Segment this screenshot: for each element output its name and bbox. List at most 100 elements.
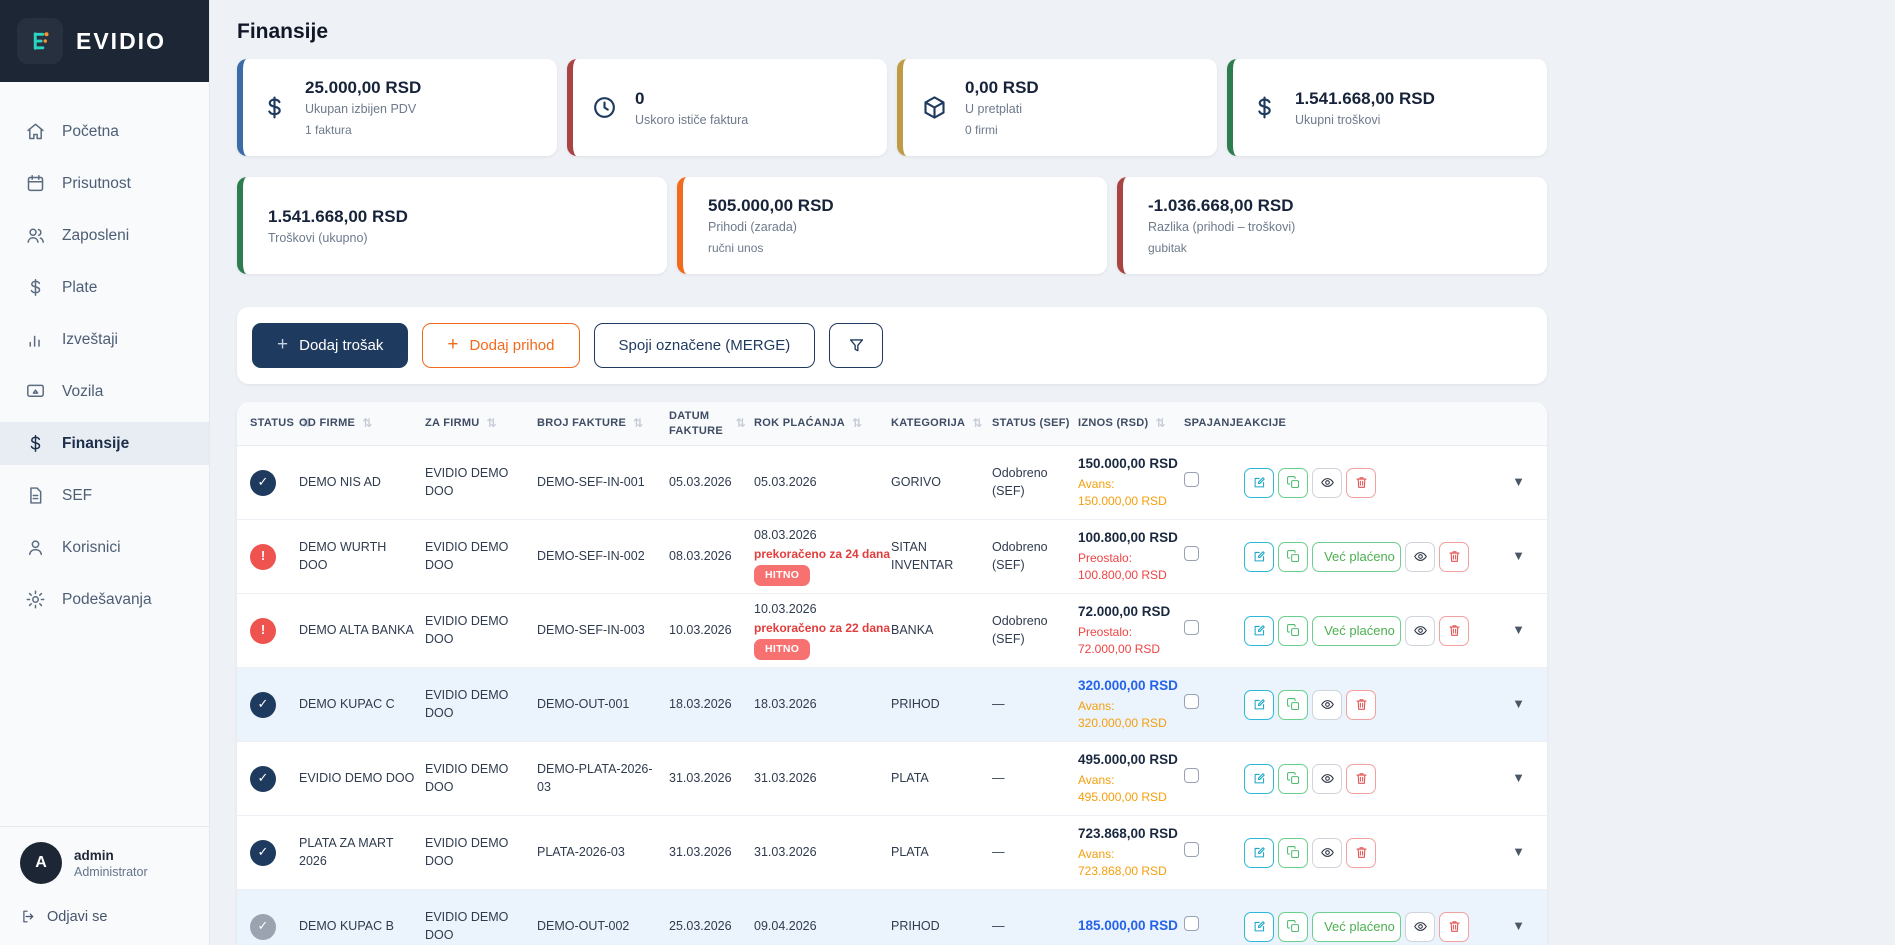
status-alert-icon: ! [250, 544, 276, 570]
cell-za-firmu: EVIDIO DEMO DOO [425, 465, 537, 500]
stat-card-value: 1.541.668,00 RSD [1295, 89, 1435, 109]
paid-button[interactable]: Već plaćeno [1312, 912, 1401, 942]
view-button[interactable] [1312, 468, 1342, 498]
dollar-icon [261, 94, 288, 121]
trash-icon [1354, 771, 1369, 786]
edit-button[interactable] [1244, 542, 1274, 572]
expand-row-button[interactable]: ▼ [1512, 917, 1525, 935]
delete-button[interactable] [1346, 838, 1376, 868]
cell-broj-fakture: PLATA-2026-03 [537, 844, 669, 862]
duplicate-button[interactable] [1278, 542, 1308, 572]
sidebar-item-izvestaji[interactable]: Izveštaji [0, 318, 209, 361]
edit-button[interactable] [1244, 690, 1274, 720]
duplicate-button[interactable] [1278, 690, 1308, 720]
cell-kategorija: GORIVO [891, 474, 992, 492]
merge-checkbox[interactable] [1184, 546, 1199, 561]
sort-icon[interactable]: ⇅ [362, 415, 372, 431]
view-button[interactable] [1405, 912, 1435, 942]
logout-button[interactable]: Odjavi se [20, 904, 189, 935]
status-ok-icon: ✓ [250, 840, 276, 866]
sidebar-item-vozila[interactable]: Vozila [0, 370, 209, 413]
sort-icon[interactable]: ⇅ [487, 415, 497, 431]
sort-icon[interactable]: ⇅ [633, 415, 643, 431]
sidebar-item-label: Prisutnost [62, 175, 131, 193]
stat-card-sublabel: 0 firmi [965, 123, 1039, 137]
edit-button[interactable] [1244, 616, 1274, 646]
merge-checkbox[interactable] [1184, 472, 1199, 487]
user-box: A admin Administrator Odjavi se [0, 826, 209, 945]
edit-button[interactable] [1244, 468, 1274, 498]
merge-checkbox[interactable] [1184, 768, 1199, 783]
copy-icon [1286, 697, 1301, 712]
sort-icon[interactable]: ⇅ [736, 415, 746, 431]
sidebar-item-pocetna[interactable]: Početna [0, 110, 209, 153]
view-button[interactable] [1312, 764, 1342, 794]
sidebar-item-podesavanja[interactable]: Podešavanja [0, 578, 209, 621]
duplicate-button[interactable] [1278, 764, 1308, 794]
delete-button[interactable] [1439, 912, 1469, 942]
sort-icon[interactable]: ⇅ [852, 415, 862, 431]
delete-button[interactable] [1439, 616, 1469, 646]
paid-button[interactable]: Već plaćeno [1312, 542, 1401, 572]
delete-button[interactable] [1346, 468, 1376, 498]
cell-akcije [1244, 690, 1479, 720]
delete-button[interactable] [1346, 690, 1376, 720]
view-button[interactable] [1312, 838, 1342, 868]
sidebar-item-finansije[interactable]: Finansije [0, 422, 209, 465]
column-header: Iznos (RSD)⇅ [1078, 415, 1184, 431]
sidebar-item-label: SEF [62, 487, 92, 505]
table-header: Status⇅Od firme⇅Za firmu⇅Broj fakture⇅Da… [237, 402, 1547, 446]
sort-icon[interactable]: ⇅ [972, 415, 982, 431]
edit-button[interactable] [1244, 764, 1274, 794]
view-button[interactable] [1312, 690, 1342, 720]
merge-checkbox[interactable] [1184, 620, 1199, 635]
cell-status-sef: — [992, 844, 1078, 862]
duplicate-button[interactable] [1278, 838, 1308, 868]
stat-card-value: 0 [635, 89, 748, 109]
merge-checkbox[interactable] [1184, 842, 1199, 857]
sort-icon[interactable]: ⇅ [1156, 415, 1166, 431]
column-header-label: Status (SEF) [992, 416, 1070, 431]
add-income-button[interactable]: + Dodaj prihod [422, 323, 579, 368]
filter-button[interactable] [829, 323, 883, 368]
duplicate-button[interactable] [1278, 912, 1308, 942]
cell-broj-fakture: DEMO-SEF-IN-002 [537, 548, 669, 566]
stat-card-body: -1.036.668,00 RSDRazlika (prihodi – troš… [1148, 196, 1295, 255]
duplicate-button[interactable] [1278, 468, 1308, 498]
edit-button[interactable] [1244, 912, 1274, 942]
duplicate-button[interactable] [1278, 616, 1308, 646]
pencil-icon [1252, 697, 1267, 712]
cell-rok-placanja: 10.03.2026prekoračeno za 22 danaHITNO [754, 601, 891, 660]
table-row: ✓DEMO NIS ADEVIDIO DEMO DOODEMO-SEF-IN-0… [237, 446, 1547, 520]
expand-row-button[interactable]: ▼ [1512, 547, 1525, 565]
merge-checkbox[interactable] [1184, 694, 1199, 709]
view-button[interactable] [1405, 542, 1435, 572]
expand-row-button[interactable]: ▼ [1512, 621, 1525, 639]
sidebar-item-korisnici[interactable]: Korisnici [0, 526, 209, 569]
edit-button[interactable] [1244, 838, 1274, 868]
sidebar-item-sef[interactable]: SEF [0, 474, 209, 517]
user-name: admin [74, 848, 148, 863]
delete-button[interactable] [1439, 542, 1469, 572]
expand-row-button[interactable]: ▼ [1512, 769, 1525, 787]
cell-status: ✓ [237, 470, 299, 496]
merge-checkbox[interactable] [1184, 916, 1199, 931]
add-expense-button[interactable]: + Dodaj trošak [252, 323, 408, 368]
cell-od-firme: DEMO WURTH DOO [299, 539, 425, 574]
delete-button[interactable] [1346, 764, 1376, 794]
expand-row-button[interactable]: ▼ [1512, 695, 1525, 713]
column-header: Datum fakture⇅ [669, 409, 754, 439]
expand-row-button[interactable]: ▼ [1512, 473, 1525, 491]
cell-kategorija: SITAN INVENTAR [891, 539, 992, 574]
sidebar-item-zaposleni[interactable]: Zaposleni [0, 214, 209, 257]
pencil-icon [1252, 845, 1267, 860]
iznos-value: 72.000,00 RSD [1078, 603, 1174, 622]
sidebar-item-plate[interactable]: Plate [0, 266, 209, 309]
merge-selected-button[interactable]: Spoji označene (MERGE) [594, 323, 816, 368]
overdue-text: prekoračeno za 24 dana [754, 546, 881, 563]
sidebar-item-label: Zaposleni [62, 227, 129, 245]
paid-button[interactable]: Već plaćeno [1312, 616, 1401, 646]
view-button[interactable] [1405, 616, 1435, 646]
sidebar-item-prisutnost[interactable]: Prisutnost [0, 162, 209, 205]
expand-row-button[interactable]: ▼ [1512, 843, 1525, 861]
